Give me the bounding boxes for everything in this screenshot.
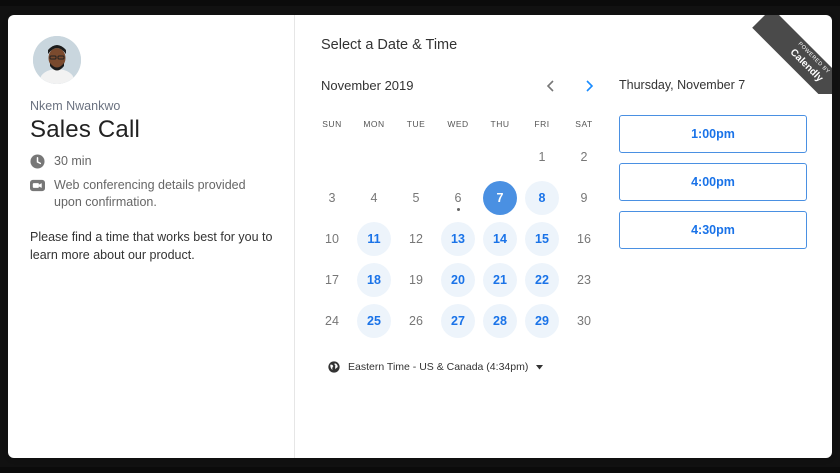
- previous-month-button[interactable]: [540, 75, 562, 97]
- day-number: 29: [535, 314, 549, 328]
- calendar-day-available[interactable]: 15: [525, 222, 559, 256]
- calendar-day: 30: [567, 304, 601, 338]
- today-indicator: [456, 208, 460, 211]
- video-camera-icon: [30, 179, 45, 192]
- calendar-day: 4: [357, 181, 391, 215]
- calendar-day-available[interactable]: 11: [357, 222, 391, 256]
- calendar-day: 23: [567, 263, 601, 297]
- day-number: 2: [580, 150, 588, 164]
- month-label: November 2019: [321, 78, 414, 93]
- day-number: 19: [409, 273, 423, 287]
- conferencing-row: Web conferencing details provided upon c…: [30, 177, 270, 211]
- duration-row: 30 min: [30, 153, 92, 170]
- calendar-day: 10: [315, 222, 349, 256]
- calendar-day-available[interactable]: 28: [483, 304, 517, 338]
- calendar-day-available[interactable]: 13: [441, 222, 475, 256]
- clock-icon: [30, 154, 45, 169]
- chevron-left-icon: [546, 80, 554, 92]
- weekday-label: MON: [363, 119, 385, 129]
- calendar-day: 2: [567, 140, 601, 174]
- day-number: 9: [580, 191, 588, 205]
- time-slot-button[interactable]: 4:00pm: [619, 163, 807, 201]
- timezone-selector[interactable]: Eastern Time - US & Canada (4:34pm): [328, 361, 544, 373]
- weekday-label: SAT: [575, 119, 593, 129]
- calendar-day-available[interactable]: 8: [525, 181, 559, 215]
- event-description: Please find a time that works best for y…: [30, 230, 273, 262]
- day-number: 8: [538, 191, 546, 205]
- day-number: 22: [535, 273, 549, 287]
- day-number: 27: [451, 314, 465, 328]
- calendar-day-available[interactable]: 20: [441, 263, 475, 297]
- day-number: 20: [451, 273, 465, 287]
- calendar-day-available[interactable]: 22: [525, 263, 559, 297]
- time-slot-button[interactable]: 4:30pm: [619, 211, 807, 249]
- calendar-day-available[interactable]: 21: [483, 263, 517, 297]
- calendar-day: 17: [315, 263, 349, 297]
- host-avatar: [33, 36, 81, 84]
- event-duration: 30 min: [54, 154, 92, 168]
- timezone-label: Eastern Time - US & Canada (4:34pm): [348, 361, 529, 373]
- conferencing-note: Web conferencing details provided upon c…: [54, 178, 246, 209]
- day-number: 10: [325, 232, 339, 246]
- day-number: 21: [493, 273, 507, 287]
- calendar-day-available[interactable]: 14: [483, 222, 517, 256]
- window-bottom-edge: [0, 467, 840, 473]
- calendar-day: 3: [315, 181, 349, 215]
- calendar-day: 5: [399, 181, 433, 215]
- day-number: 7: [496, 191, 504, 205]
- calendar-day: 1: [525, 140, 559, 174]
- day-number: 26: [409, 314, 423, 328]
- weekday-label: FRI: [534, 119, 550, 129]
- calendar-day: 16: [567, 222, 601, 256]
- day-number: 13: [451, 232, 465, 246]
- day-number: 16: [577, 232, 591, 246]
- day-number: 24: [325, 314, 339, 328]
- day-number: 1: [538, 150, 546, 164]
- calendar-day: 12: [399, 222, 433, 256]
- section-heading: Select a Date & Time: [321, 37, 458, 53]
- day-number: 17: [325, 273, 339, 287]
- caret-down-icon: [536, 364, 544, 369]
- calendar-day-selected[interactable]: 7: [483, 181, 517, 215]
- selected-date-label: Thursday, November 7: [619, 78, 746, 92]
- weekday-label: THU: [490, 119, 510, 129]
- day-number: 30: [577, 314, 591, 328]
- event-details-panel: Nkem Nwankwo Sales Call 30 min Web confe…: [8, 15, 295, 458]
- day-number: 23: [577, 273, 591, 287]
- chevron-right-icon: [586, 80, 594, 92]
- calendar-day: 9: [567, 181, 601, 215]
- globe-icon: [328, 361, 340, 373]
- calendar-day-available[interactable]: 25: [357, 304, 391, 338]
- calendar-day: 24: [315, 304, 349, 338]
- day-number: 12: [409, 232, 423, 246]
- day-number: 18: [367, 273, 381, 287]
- event-title: Sales Call: [30, 116, 141, 143]
- day-number: 5: [412, 191, 420, 205]
- day-number: 3: [328, 191, 336, 205]
- day-number: 14: [493, 232, 507, 246]
- weekday-label: SUN: [322, 119, 342, 129]
- calendar-day-available[interactable]: 18: [357, 263, 391, 297]
- date-time-panel: Select a Date & Time November 2019 SUN MO…: [295, 15, 832, 458]
- weekday-label: TUE: [406, 119, 426, 129]
- calendar-day-available[interactable]: 27: [441, 304, 475, 338]
- day-number: 15: [535, 232, 549, 246]
- window-top-edge: [0, 0, 840, 6]
- weekday-label: WED: [447, 119, 469, 129]
- calendar-day: 19: [399, 263, 433, 297]
- calendar-day-available[interactable]: 29: [525, 304, 559, 338]
- day-number: 28: [493, 314, 507, 328]
- day-number: 6: [454, 191, 462, 205]
- time-slot-button[interactable]: 1:00pm: [619, 115, 807, 153]
- calendar-day: 6: [441, 181, 475, 215]
- day-number: 25: [367, 314, 381, 328]
- calendar-day: 26: [399, 304, 433, 338]
- day-number: 11: [367, 232, 381, 246]
- scheduling-card: POWERED BY Calendly Nkem Nwankwo Sales C…: [8, 15, 832, 458]
- next-month-button[interactable]: [578, 75, 600, 97]
- host-name: Nkem Nwankwo: [30, 99, 121, 113]
- day-number: 4: [370, 191, 378, 205]
